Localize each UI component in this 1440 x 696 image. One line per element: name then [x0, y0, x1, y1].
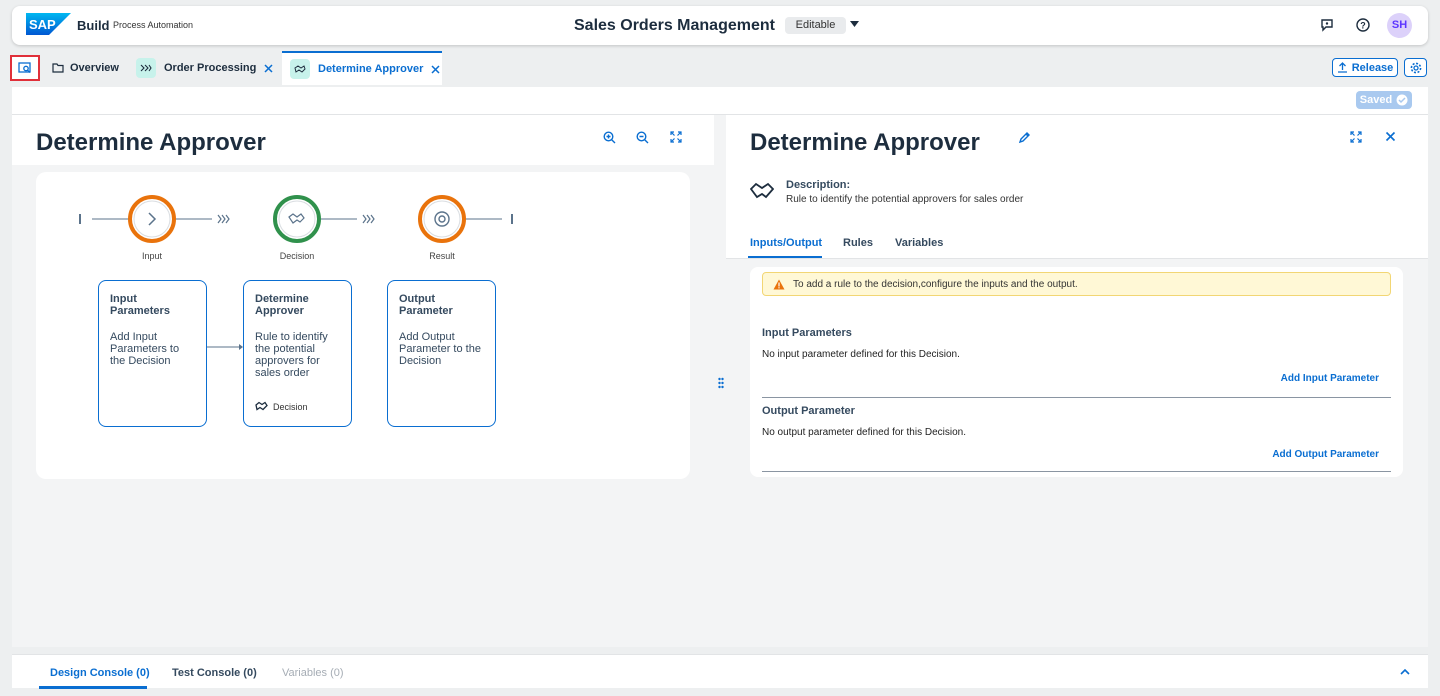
active-tab-indicator [39, 686, 147, 689]
warning-icon [773, 279, 785, 289]
determine-approver-box[interactable]: Determine Approver Rule to identify the … [243, 280, 352, 427]
upload-icon [1337, 62, 1347, 73]
sap-logo-icon[interactable]: SAP [26, 13, 71, 35]
decision-flow-card: Input Decision Result Input Parameters A… [36, 172, 690, 479]
chevron-up-icon[interactable] [1400, 668, 1410, 675]
output-parameter-empty: No output parameter defined for this Dec… [762, 427, 966, 438]
saved-indicator: Saved [1356, 91, 1412, 109]
release-label: Release [1351, 61, 1394, 74]
tab-overview[interactable]: Overview [52, 51, 119, 85]
edit-icon[interactable] [1018, 131, 1031, 144]
tab-determine-approver[interactable]: Determine Approver [282, 51, 442, 85]
detail-header: Determine Approver Description: Rule to … [726, 115, 1428, 259]
box-footer-label: Decision [273, 401, 308, 412]
input-parameters-box[interactable]: Input Parameters Add Input Parameters to… [98, 280, 207, 427]
inputs-output-section: To add a rule to the decision,configure … [750, 267, 1403, 477]
tab-design-console[interactable]: Design Console (0) [50, 667, 150, 679]
output-parameter-title: Output Parameter [762, 405, 855, 417]
svg-text:?: ? [1360, 21, 1366, 31]
avatar[interactable]: SH [1387, 13, 1412, 38]
output-parameter-box[interactable]: Output Parameter Add Output Parameter to… [387, 280, 496, 427]
page-title: Determine Approver [36, 129, 266, 156]
feedback-icon[interactable] [1320, 18, 1334, 32]
box-title: Determine Approver [255, 293, 309, 317]
decision-icon [750, 182, 774, 199]
close-icon[interactable] [1385, 131, 1396, 142]
zoom-in-icon[interactable] [603, 131, 616, 144]
product-name: Process Automation [113, 20, 194, 30]
svg-text:SAP: SAP [29, 17, 56, 32]
check-icon [1396, 94, 1408, 106]
canvas-header: Determine Approver [12, 115, 714, 165]
brand-name: Build [77, 18, 110, 33]
box-footer: Decision [255, 401, 308, 412]
search-document-icon [18, 62, 31, 73]
close-icon[interactable] [264, 63, 273, 73]
description-text: Rule to identify the potential approvers… [786, 194, 1024, 205]
add-output-parameter-link[interactable]: Add Output Parameter [1272, 449, 1379, 460]
tab-console-variables: Variables (0) [282, 667, 344, 679]
tab-label: Order Processing [164, 62, 257, 74]
editor-toolbar: Saved [12, 87, 1428, 115]
tab-variables[interactable]: Variables [895, 237, 943, 249]
workspace: Saved Determine Approver Input Decision … [12, 87, 1428, 647]
warning-message-strip: To add a rule to the decision,configure … [762, 272, 1391, 296]
gear-icon [1410, 62, 1421, 73]
close-icon[interactable] [431, 64, 440, 74]
detail-title: Determine Approver [750, 129, 980, 156]
box-description: Add Output Parameter to the Decision [399, 331, 481, 367]
toggle-explorer-button[interactable] [10, 55, 40, 81]
box-description: Add Input Parameters to the Decision [110, 331, 180, 367]
settings-button[interactable] [1404, 58, 1427, 77]
decision-node[interactable] [273, 195, 321, 243]
input-parameters-title: Input Parameters [762, 327, 852, 339]
box-description: Rule to identify the potential approvers… [255, 331, 328, 379]
tab-rules[interactable]: Rules [843, 237, 873, 249]
divider [762, 471, 1391, 472]
drag-handle-icon[interactable] [718, 377, 724, 389]
box-title: Input Parameters [110, 293, 170, 317]
process-icon [136, 58, 156, 78]
fullscreen-icon[interactable] [1350, 131, 1362, 143]
saved-label: Saved [1359, 94, 1393, 106]
input-parameters-empty: No input parameter defined for this Deci… [762, 349, 960, 360]
tab-inputs-output[interactable]: Inputs/Output [750, 237, 822, 249]
result-node-label: Result [429, 251, 455, 261]
tab-label: Overview [70, 62, 119, 74]
project-title: Sales Orders Management [574, 17, 775, 34]
description-label: Description: [786, 179, 851, 191]
fit-screen-icon[interactable] [670, 131, 682, 143]
tab-label: Determine Approver [318, 63, 424, 75]
active-tab-indicator [748, 256, 822, 258]
input-node-label: Input [141, 251, 163, 261]
status-badge: Editable [785, 17, 846, 34]
console-panel: Design Console (0) Test Console (0) Vari… [12, 654, 1428, 689]
help-icon[interactable]: ? [1356, 18, 1370, 32]
decision-node-label: Decision [279, 251, 315, 261]
tab-order-processing[interactable]: Order Processing [136, 51, 273, 85]
zoom-out-icon[interactable] [636, 131, 649, 144]
box-title: Output Parameter [399, 293, 453, 317]
warning-text: To add a rule to the decision,configure … [793, 278, 1078, 290]
chevron-down-icon[interactable] [850, 20, 859, 28]
release-button[interactable]: Release [1332, 58, 1398, 77]
decision-icon [290, 59, 310, 79]
tab-test-console[interactable]: Test Console (0) [172, 667, 257, 679]
input-node[interactable] [128, 195, 176, 243]
divider [762, 397, 1391, 398]
result-node[interactable] [418, 195, 466, 243]
shell-bar: SAP Build Process Automation Sales Order… [12, 6, 1428, 45]
folder-icon [52, 63, 64, 73]
detail-panel: Determine Approver Description: Rule to … [726, 115, 1428, 647]
add-input-parameter-link[interactable]: Add Input Parameter [1281, 373, 1379, 384]
decision-icon [255, 401, 268, 411]
